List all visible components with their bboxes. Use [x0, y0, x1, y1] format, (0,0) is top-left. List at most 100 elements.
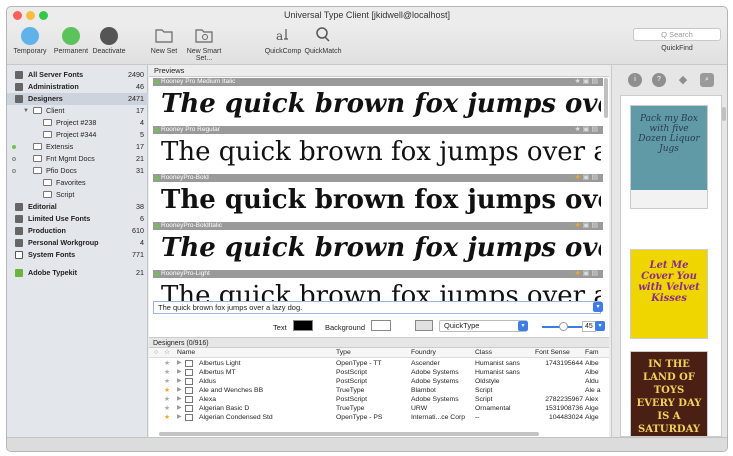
sidebar-item-favorites[interactable]: Favorites	[7, 177, 148, 189]
quickcomp-button[interactable]: a QuickComp	[263, 25, 303, 55]
column-type[interactable]: Type	[336, 348, 351, 358]
sidebar-item-label: All Server Fonts	[28, 70, 84, 79]
cell-class: Script	[475, 396, 493, 403]
sidebar-item-script[interactable]: Script	[7, 189, 148, 201]
favorite-star-icon[interactable]: ★	[164, 359, 170, 368]
column-class[interactable]: Class	[475, 348, 492, 358]
favorite-star-icon[interactable]: ★	[574, 174, 582, 181]
background-color-swatch[interactable]	[371, 320, 391, 331]
previews-scrollbar[interactable]	[604, 78, 608, 118]
compare-icon[interactable]: ▤	[591, 222, 600, 229]
tag-icon[interactable]: ◆	[676, 73, 690, 87]
search-input[interactable]: Q Search	[633, 28, 721, 41]
permanent-button[interactable]: Permanent	[51, 25, 91, 55]
preview-font-bar[interactable]: RooneyPro-Light ★▣▤	[153, 270, 603, 278]
preview-font-bar[interactable]: Rooney Pro Regular ★▣▤	[153, 126, 603, 134]
folder-icon	[185, 396, 193, 403]
sidebar-item-count: 31	[136, 166, 144, 175]
sidebar-item-adobe-typekit[interactable]: Adobe Typekit 21	[7, 267, 148, 279]
sidebar-item-designers[interactable]: Designers 2471	[7, 93, 148, 105]
table-horizontal-scrollbar[interactable]	[159, 432, 539, 436]
sidebar-item-fnt-mgmt-docs[interactable]: Fnt Mgmt Docs 21	[7, 153, 148, 165]
new-set-button[interactable]: New Set	[150, 25, 178, 55]
sidebar-item-pfio-docs[interactable]: Pfio Docs 31	[7, 165, 148, 177]
table-row[interactable]: ★ ▶ Algerian Basic D TrueType URW Ornamental 1…	[149, 404, 609, 413]
close-window-button[interactable]	[13, 11, 22, 20]
sidebar-item-all-server-fonts[interactable]: All Server Fonts 2490	[7, 69, 148, 81]
set-icon	[43, 191, 52, 198]
favorite-star-icon[interactable]: ★	[574, 270, 582, 277]
quickfind-card-3[interactable]: IN THE LAND OF TOYS EVERY DAY IS A SATUR…	[630, 351, 708, 437]
quickfind-icon[interactable]: ⌕	[700, 73, 714, 87]
sample-dropdown-button[interactable]: ▾	[593, 302, 603, 312]
cell-type: PostScript	[336, 369, 367, 376]
sidebar-item-administration[interactable]: Administration 46	[7, 81, 148, 93]
column-font-sense[interactable]: Font Sense	[535, 348, 570, 358]
text-color-swatch[interactable]	[293, 320, 313, 331]
disclosure-triangle-icon[interactable]: ▶	[177, 359, 182, 368]
size-slider-knob[interactable]	[559, 322, 568, 331]
sample-text-input[interactable]: The quick brown fox jumps over a lazy do…	[153, 301, 601, 314]
cell-name: Ale and Wenches BB	[199, 387, 264, 394]
disclosure-triangle-icon[interactable]: ▼	[23, 105, 29, 117]
help-icon[interactable]: ?	[652, 73, 666, 87]
temporary-button[interactable]: Temporary	[9, 25, 51, 55]
set-icon	[33, 167, 42, 174]
preview-font-bar[interactable]: RooneyPro-BoldItalic ★▣▤	[153, 222, 603, 230]
sidebar-item-client[interactable]: ▼ Client 17	[7, 105, 148, 117]
preview-font-bar[interactable]: RooneyPro-Bold ★▣▤	[153, 174, 603, 182]
column-family[interactable]: Fam	[585, 348, 599, 358]
cell-fam: Alex	[585, 396, 599, 403]
sidebar-item-editorial[interactable]: Editorial 38	[7, 201, 148, 213]
quickmatch-button[interactable]: QuickMatch	[303, 25, 343, 55]
favorite-star-icon[interactable]: ★	[164, 404, 170, 413]
table-row[interactable]: ★ ▶ Alexa PostScript Adobe Systems Script 2782…	[149, 395, 609, 404]
disclosure-triangle-icon[interactable]: ▶	[177, 386, 182, 395]
compare-icon[interactable]: ▤	[591, 78, 600, 85]
disclosure-triangle-icon[interactable]: ▶	[177, 404, 182, 413]
quickfind-card-2[interactable]: Let Me Cover You with Velvet Kisses	[630, 249, 708, 339]
favorite-star-icon[interactable]: ★	[164, 395, 170, 404]
compare-icon[interactable]: ▤	[591, 270, 600, 277]
size-field[interactable]: 45	[582, 321, 596, 332]
column-foundry[interactable]: Foundry	[411, 348, 436, 358]
table-row[interactable]: ★ ▶ Aldus PostScript Adobe Systems Oldstyle Al…	[149, 377, 609, 386]
table-row[interactable]: ★ ▶ Albertus Light OpenType - TT Ascender Hum…	[149, 359, 609, 368]
disclosure-triangle-icon[interactable]: ▶	[177, 368, 182, 377]
sidebar-item-personal-workgroup[interactable]: Personal Workgroup 4	[7, 237, 148, 249]
disclosure-triangle-icon[interactable]: ▶	[177, 395, 182, 404]
favorite-star-icon[interactable]: ★	[164, 368, 170, 377]
favorite-star-icon[interactable]: ★	[164, 413, 170, 422]
favorite-star-icon[interactable]: ★	[574, 126, 582, 133]
column-name[interactable]: Name	[177, 348, 195, 358]
sidebar-item-system-fonts[interactable]: System Fonts 771	[7, 249, 148, 261]
sidebar-item-limited-use-fonts[interactable]: Limited Use Fonts 6	[7, 213, 148, 225]
sidebar-item-production[interactable]: Production 610	[7, 225, 148, 237]
sidebar-item-project-344[interactable]: Project #344 5	[7, 129, 148, 141]
compare-icon[interactable]: ▤	[591, 174, 600, 181]
disclosure-triangle-icon[interactable]: ▶	[177, 377, 182, 386]
quickfind-card-1[interactable]: Pack my Box with five Dozen Liquor Jugs	[630, 105, 708, 209]
zoom-window-button[interactable]	[39, 11, 48, 20]
table-row[interactable]: ★ ▶ Ale and Wenches BB TrueType Blambot Scrip…	[149, 386, 609, 395]
preview-font-bar[interactable]: Rooney Pro Medium Italic ★▣▤	[153, 78, 603, 86]
favorite-star-icon[interactable]: ★	[574, 78, 582, 85]
table-row[interactable]: ★ ▶ Algerian Condensed Std OpenType - PS Int…	[149, 413, 609, 422]
quickfind-scrollbar[interactable]	[722, 107, 726, 121]
new-smart-set-button[interactable]: New Smart Set...	[179, 25, 229, 62]
sidebar-item-extensis[interactable]: Extensis 17	[7, 141, 148, 153]
layout-toggle-button[interactable]	[415, 320, 433, 331]
preview-actions: ★▣▤	[574, 270, 600, 278]
disclosure-triangle-icon[interactable]: ▶	[177, 413, 182, 422]
sidebar-item-project-238[interactable]: Project #238 4	[7, 117, 148, 129]
favorite-star-icon[interactable]: ★	[164, 377, 170, 386]
favorite-star-icon[interactable]: ★	[164, 386, 170, 395]
info-icon[interactable]: i	[628, 73, 642, 87]
minimize-window-button[interactable]	[26, 11, 35, 20]
deactivate-button[interactable]: Deactivate	[91, 25, 127, 55]
preview-mode-select[interactable]: QuickType	[439, 320, 527, 332]
activation-status-icon	[12, 169, 16, 173]
favorite-star-icon[interactable]: ★	[574, 222, 582, 229]
compare-icon[interactable]: ▤	[591, 126, 600, 133]
table-row[interactable]: ★ ▶ Albertus MT PostScript Adobe Systems Huma…	[149, 368, 609, 377]
